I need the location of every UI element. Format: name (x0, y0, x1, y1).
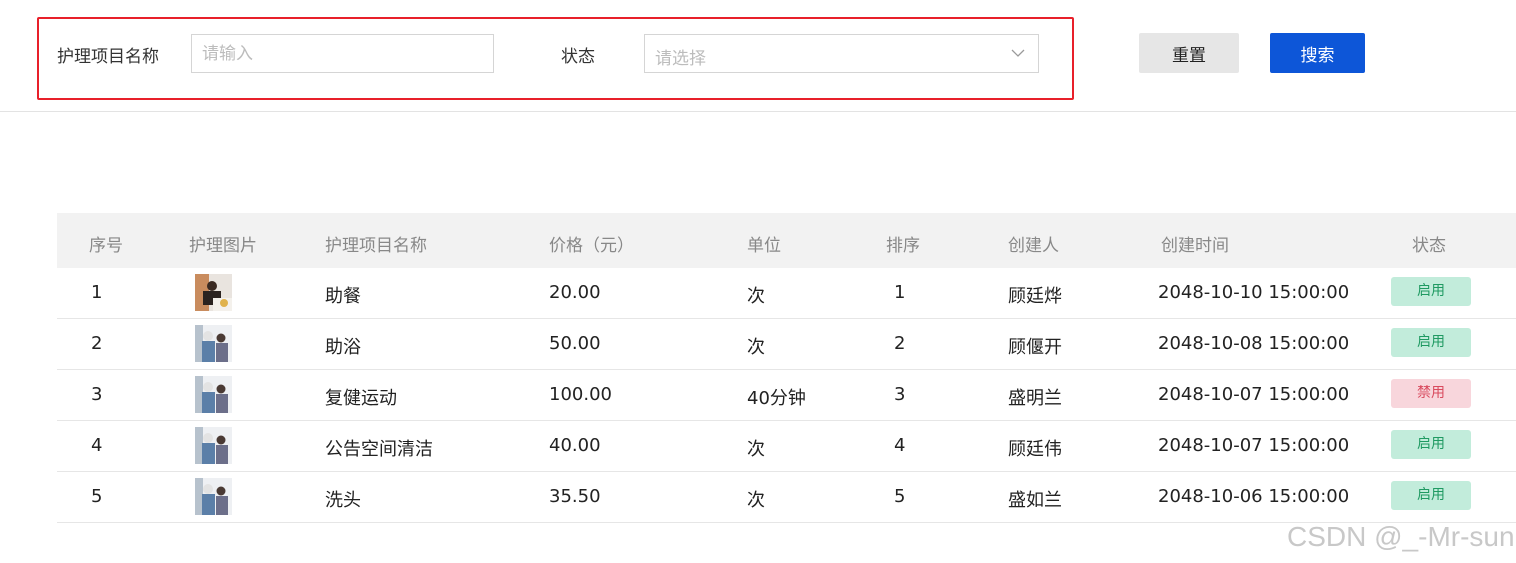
row-unit: 次 (747, 490, 765, 511)
header-unit: 单位 (747, 236, 781, 256)
row-sort: 4 (894, 435, 906, 456)
row-creator: 盛明兰 (1008, 388, 1062, 409)
row-project-name: 洗头 (325, 490, 361, 511)
header-sort: 排序 (886, 236, 920, 256)
table-row[interactable]: 3 复健运动 100.00 40分钟 3 盛明兰 2048-10-07 15:0… (57, 370, 1516, 421)
header-price: 价格（元） (549, 236, 634, 256)
row-index: 4 (91, 435, 103, 456)
chevron-down-icon (1011, 49, 1025, 57)
row-unit: 次 (747, 337, 765, 358)
status-badge: 启用 (1391, 430, 1471, 459)
row-sort: 2 (894, 333, 906, 354)
row-project-name: 复健运动 (325, 388, 397, 409)
row-sort: 1 (894, 282, 906, 303)
header-status: 状态 (1412, 236, 1446, 256)
row-sort: 5 (894, 486, 906, 507)
status-badge: 启用 (1391, 277, 1471, 306)
care-photo-thumbnail (195, 325, 232, 362)
row-price: 35.50 (549, 486, 601, 507)
search-form: 护理项目名称 状态 请选择 重置 搜索 (0, 0, 1516, 112)
row-index: 3 (91, 384, 103, 405)
header-created-time: 创建时间 (1161, 236, 1229, 256)
row-price: 40.00 (549, 435, 601, 456)
row-project-name: 助浴 (325, 337, 361, 358)
table-row[interactable]: 5 洗头 35.50 次 5 盛如兰 2048-10-06 15:00:00 启… (57, 472, 1516, 523)
row-created-time: 2048-10-07 15:00:00 (1158, 384, 1350, 405)
row-price: 100.00 (549, 384, 612, 405)
care-photo-thumbnail (195, 427, 232, 464)
row-project-name: 公告空间清洁 (325, 439, 433, 460)
watermark: CSDN @_-Mr-sun (1287, 521, 1515, 552)
row-created-time: 2048-10-07 15:00:00 (1158, 435, 1350, 456)
row-created-time: 2048-10-06 15:00:00 (1158, 486, 1350, 507)
status-badge: 启用 (1391, 481, 1471, 510)
table-header: 序号 护理图片 护理项目名称 价格（元） 单位 排序 创建人 创建时间 状态 (57, 213, 1516, 268)
status-select[interactable]: 请选择 (644, 34, 1039, 73)
status-select-placeholder: 请选择 (655, 49, 706, 69)
header-index: 序号 (89, 236, 123, 256)
status-label: 状态 (561, 47, 595, 67)
row-creator: 盛如兰 (1008, 490, 1062, 511)
row-unit: 次 (747, 439, 765, 460)
row-index: 1 (91, 282, 103, 303)
project-name-label: 护理项目名称 (57, 47, 159, 67)
header-project-name: 护理项目名称 (325, 236, 427, 256)
care-photo-thumbnail (195, 274, 232, 311)
row-unit: 40分钟 (747, 388, 806, 409)
row-creator: 顾偃开 (1008, 337, 1062, 358)
care-photo-thumbnail (195, 376, 232, 413)
header-creator: 创建人 (1008, 236, 1059, 256)
table-row[interactable]: 4 公告空间清洁 40.00 次 4 顾廷伟 2048-10-07 15:00:… (57, 421, 1516, 472)
row-sort: 3 (894, 384, 906, 405)
table-row[interactable]: 2 助浴 50.00 次 2 顾偃开 2048-10-08 15:00:00 启… (57, 319, 1516, 370)
table-row[interactable]: 1 助餐 20.00 次 1 顾廷烨 2048-10-10 15:00:00 启… (57, 268, 1516, 319)
row-created-time: 2048-10-08 15:00:00 (1158, 333, 1350, 354)
reset-button[interactable]: 重置 (1139, 33, 1239, 73)
row-creator: 顾廷烨 (1008, 286, 1062, 307)
status-badge: 启用 (1391, 328, 1471, 357)
project-name-input[interactable] (191, 34, 494, 73)
row-price: 20.00 (549, 282, 601, 303)
care-project-table: 序号 护理图片 护理项目名称 价格（元） 单位 排序 创建人 创建时间 状态 1… (57, 213, 1516, 523)
status-badge: 禁用 (1391, 379, 1471, 408)
row-project-name: 助餐 (325, 286, 361, 307)
row-price: 50.00 (549, 333, 601, 354)
row-creator: 顾廷伟 (1008, 439, 1062, 460)
care-photo-thumbnail (195, 478, 232, 515)
row-index: 2 (91, 333, 103, 354)
row-unit: 次 (747, 286, 765, 307)
header-photo: 护理图片 (189, 236, 257, 256)
search-button[interactable]: 搜索 (1270, 33, 1365, 73)
row-created-time: 2048-10-10 15:00:00 (1158, 282, 1350, 303)
row-index: 5 (91, 486, 103, 507)
